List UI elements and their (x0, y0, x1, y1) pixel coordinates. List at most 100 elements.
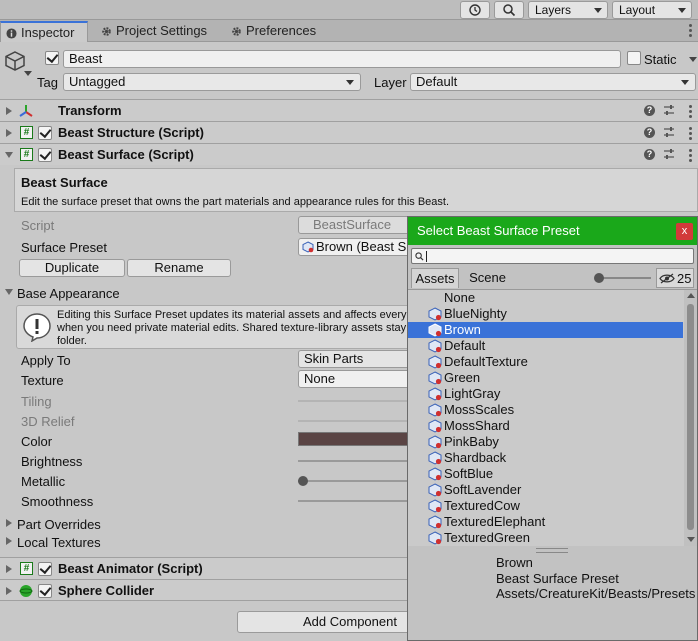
chevron-down-icon[interactable] (24, 71, 32, 76)
chevron-right-icon[interactable] (6, 107, 12, 115)
list-item-label: TexturedElephant (444, 514, 546, 529)
chevron-right-icon[interactable] (6, 519, 12, 527)
layers-dropdown[interactable]: Layers (528, 1, 608, 19)
info-name: Brown (496, 555, 533, 570)
component-beast-structure[interactable]: # Beast Structure (Script) ? (0, 121, 698, 143)
list-item-selected[interactable]: Brown (408, 322, 683, 338)
popup-search-input[interactable] (411, 248, 694, 264)
duplicate-button[interactable]: Duplicate (19, 259, 125, 277)
list-item-label: BlueNighty (444, 306, 507, 321)
list-item[interactable]: Shardback (408, 450, 683, 466)
list-item[interactable]: SoftBlue (408, 466, 683, 482)
surface-preset-field[interactable]: Brown (Beast Surface Preset) (298, 238, 418, 256)
list-item[interactable]: DefaultTexture (408, 354, 683, 370)
layout-dropdown[interactable]: Layout (612, 1, 692, 19)
brightness-slider[interactable] (298, 460, 418, 462)
component-transform[interactable]: Transform ? (0, 99, 698, 121)
resize-handle[interactable] (536, 548, 568, 553)
help-icon[interactable]: ? (644, 105, 655, 116)
chevron-right-icon[interactable] (6, 565, 12, 573)
component-beast-surface[interactable]: # Beast Surface (Script) ? (0, 143, 698, 165)
preset-asset-icon (428, 339, 442, 353)
static-label: Static (644, 52, 677, 67)
list-item[interactable]: BlueNighty (408, 306, 683, 322)
list-scrollbar[interactable] (684, 290, 697, 546)
smoothness-slider[interactable] (298, 500, 418, 502)
tab-project-settings[interactable]: Project Settings (96, 21, 222, 42)
local-textures-foldout[interactable]: Local Textures (17, 535, 101, 550)
list-item[interactable]: SoftLavender (408, 482, 683, 498)
help-icon[interactable]: ? (644, 127, 655, 138)
chevron-down-icon[interactable] (689, 57, 697, 62)
active-checkbox[interactable] (45, 51, 59, 65)
tab-scene[interactable]: Scene (460, 268, 515, 288)
layer-dropdown[interactable]: Default (410, 73, 696, 91)
component-enabled-checkbox[interactable] (38, 562, 52, 576)
info-type: Beast Surface Preset (496, 571, 619, 586)
component-menu-icon[interactable] (689, 105, 692, 120)
chevron-right-icon[interactable] (6, 537, 12, 545)
smoothness-label: Smoothness (21, 494, 94, 509)
scroll-down-icon[interactable] (687, 537, 695, 542)
help-icon[interactable]: ? (644, 149, 655, 160)
icon-size-slider[interactable] (597, 277, 651, 279)
list-item-none[interactable]: None (408, 290, 683, 306)
top-toolbar: Layers Layout (0, 0, 698, 20)
component-menu-icon[interactable] (689, 127, 692, 142)
base-appearance-foldout[interactable]: Base Appearance (17, 286, 120, 301)
list-item[interactable]: TexturedElephant (408, 514, 683, 530)
scroll-up-icon[interactable] (687, 293, 695, 298)
chevron-right-icon[interactable] (6, 129, 12, 137)
list-item[interactable]: TexturedCow (408, 498, 683, 514)
apply-to-dropdown[interactable]: Skin Parts (298, 350, 418, 368)
static-checkbox[interactable] (627, 51, 641, 65)
tag-dropdown[interactable]: Untagged (63, 73, 361, 91)
component-enabled-checkbox[interactable] (38, 584, 52, 598)
object-name-field[interactable]: Beast (63, 50, 621, 68)
list-item-label: Default (444, 338, 486, 353)
hidden-items-toggle[interactable]: 25 (656, 268, 694, 288)
icon-size-slider-knob[interactable] (594, 273, 604, 283)
preset-asset-icon (428, 355, 442, 369)
chevron-down-icon[interactable] (5, 152, 13, 158)
component-menu-icon[interactable] (689, 149, 692, 164)
info-icon (6, 28, 17, 39)
metallic-slider-knob[interactable] (298, 476, 308, 486)
history-button[interactable] (460, 1, 490, 19)
preset-icon[interactable] (663, 104, 675, 116)
tab-bar: Inspector Project Settings Preferences (0, 20, 698, 42)
warning-text-line3: folder. (57, 335, 87, 347)
close-button[interactable]: x (676, 223, 693, 240)
texture-field[interactable]: None (298, 370, 418, 388)
list-item[interactable]: TexturedGreen (408, 530, 683, 546)
component-enabled-checkbox[interactable] (38, 148, 52, 162)
rename-button[interactable]: Rename (127, 259, 231, 277)
brightness-label: Brightness (21, 454, 83, 469)
list-item[interactable]: MossScales (408, 402, 683, 418)
layout-label: Layout (619, 3, 656, 17)
list-item[interactable]: PinkBaby (408, 434, 683, 450)
list-item[interactable]: Green (408, 370, 683, 386)
tab-assets[interactable]: Assets (411, 268, 459, 288)
chevron-down-icon (346, 80, 354, 85)
search-button[interactable] (494, 1, 524, 19)
tab-menu-icon[interactable] (689, 24, 692, 39)
preset-icon[interactable] (663, 126, 675, 138)
chevron-down-icon[interactable] (5, 289, 13, 295)
tab-preferences[interactable]: Preferences (226, 21, 326, 42)
tab-inspector[interactable]: Inspector (0, 21, 88, 42)
color-swatch[interactable] (298, 432, 418, 446)
component-enabled-checkbox[interactable] (38, 126, 52, 140)
list-item[interactable]: MossShard (408, 418, 683, 434)
warning-icon (23, 313, 51, 342)
scrollbar-thumb[interactable] (687, 304, 694, 530)
preset-icon[interactable] (663, 148, 675, 160)
list-item[interactable]: Default (408, 338, 683, 354)
list-item-label: PinkBaby (444, 434, 499, 449)
component-title: Sphere Collider (58, 583, 155, 598)
chevron-right-icon[interactable] (6, 587, 12, 595)
list-item[interactable]: LightGray (408, 386, 683, 402)
info-path: Assets/CreatureKit/Beasts/Presets (496, 586, 696, 601)
part-overrides-foldout[interactable]: Part Overrides (17, 517, 101, 532)
metallic-slider[interactable] (298, 480, 418, 482)
